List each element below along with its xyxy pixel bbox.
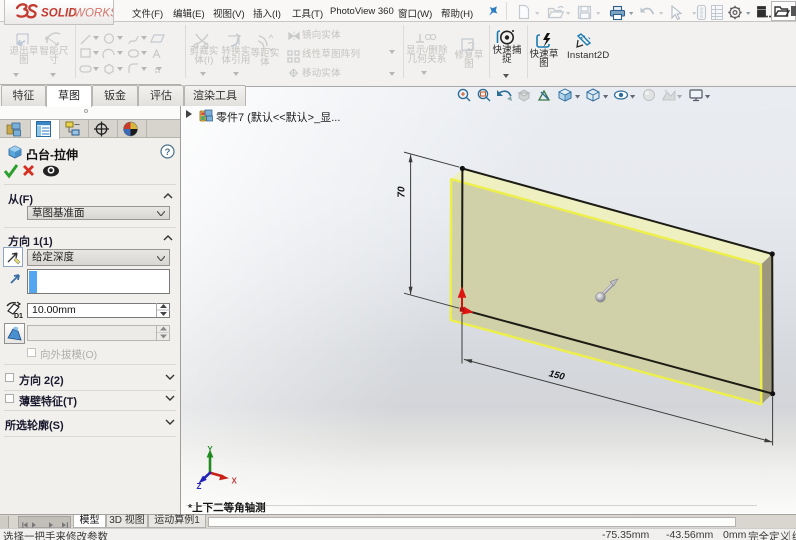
svg-text:SOLID: SOLID [41, 8, 77, 20]
svg-text:?: ? [165, 147, 171, 158]
svg-text:WORKS: WORKS [74, 8, 113, 20]
svg-text:D1: D1 [14, 313, 23, 319]
